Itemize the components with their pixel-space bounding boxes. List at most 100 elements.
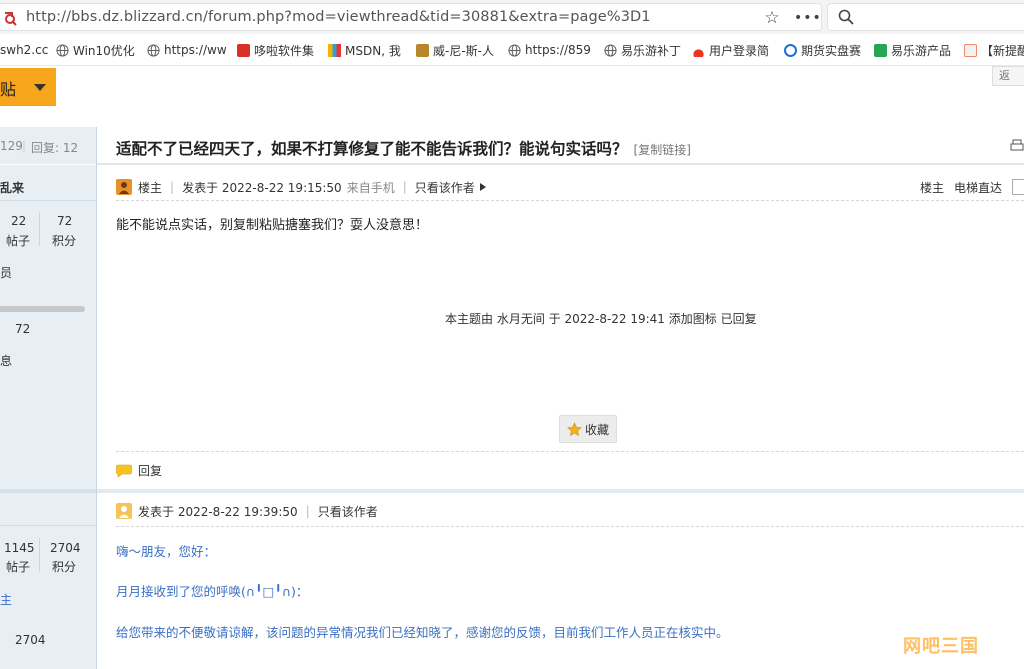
reply-count: 回复: 12 (31, 141, 79, 155)
copy-link-button[interactable]: [复制链接] (634, 143, 691, 157)
post-timestamp: 发表于 2022-8-22 19:15:50 (182, 180, 342, 195)
favorite-label: 收藏 (584, 422, 609, 437)
new-post-label: 贴 (0, 80, 17, 99)
globe-icon (604, 43, 617, 57)
address-bar[interactable]: http://bbs.dz.blizzard.cn/forum.php?mod=… (0, 3, 822, 31)
divider (39, 212, 40, 246)
play-arrow-icon (479, 183, 486, 191)
ship-icon (416, 43, 429, 57)
author-avatar-icon (116, 179, 132, 195)
bookmark-label: 用户登录简 (709, 43, 770, 58)
favorite-button[interactable]: 收藏 (559, 415, 617, 443)
jump-to-floor-label: 电梯直达 (953, 180, 1002, 195)
bookmark-item[interactable]: 易乐游补丁 (604, 42, 686, 58)
only-author-link[interactable]: 只看该作者 (415, 179, 475, 196)
speech-bubble-icon (116, 464, 132, 478)
author-points[interactable]: 72 (57, 214, 72, 228)
bookmarks-bar: swh2.cc Win10优化 https://ww 哆啦软件集 MSDN, 我… (0, 34, 1024, 66)
address-url[interactable]: http://bbs.dz.blizzard.cn/forum.php?mod=… (26, 9, 651, 25)
send-message-link[interactable]: 息 (0, 352, 12, 369)
replier-post-label: 帖子 (6, 560, 31, 574)
post-nav: 楼主 电梯直达 (920, 177, 1024, 197)
author-name[interactable]: 乱来 (0, 179, 24, 196)
meta-divider: | (305, 504, 310, 518)
bookmark-item[interactable]: 用户登录简 (692, 42, 772, 58)
dropdown-caret-icon (34, 84, 46, 91)
divider (39, 538, 40, 572)
bookmark-label: Win10优化 (73, 43, 135, 58)
globe-icon (508, 43, 521, 57)
replier-points-label: 积分 (52, 560, 77, 574)
post-meta: 发表于 2022-8-22 19:39:50 | 只看该作者 (116, 501, 1024, 521)
bookmark-item[interactable]: 威-尼-斯-人 (416, 42, 498, 58)
thread-title-text: 适配不了已经四天了，如果不打算修复了能不能告诉我们？能说句实话吗？ (116, 140, 628, 158)
site-watermark: 网吧三国 (903, 636, 979, 657)
reply-label: 回复 (138, 464, 163, 478)
bookmark-label: MSDN, 我 (345, 43, 401, 58)
thread-title: 适配不了已经四天了，如果不打算修复了能不能告诉我们？能说句实话吗？ [复制链接] (116, 137, 691, 159)
reply-line: 嗨～朋友，您好： (116, 544, 217, 559)
bookmark-item[interactable]: 期货实盘赛 (784, 42, 864, 58)
back-button[interactable]: 返 (992, 66, 1024, 86)
globe-icon (56, 43, 69, 57)
bookmark-item[interactable]: swh2.cc (0, 42, 50, 58)
divider (116, 200, 1024, 201)
author-sidebar: 129 | 回复: 12 乱来 22 帖子 72 积分 员 72 息 1145 … (0, 127, 97, 669)
bookmark-item[interactable]: https://ww (147, 42, 227, 58)
author-stat: 72 (15, 322, 31, 336)
msdn-icon (328, 43, 341, 57)
view-count: 129 (0, 139, 23, 153)
globe-icon (147, 43, 160, 57)
floor-label[interactable]: 楼主 (920, 179, 944, 196)
author-post-count[interactable]: 22 (11, 214, 26, 228)
post-meta: 楼主 | 发表于 2022-8-22 19:15:50 来自手机 | 只看该作者… (116, 177, 1024, 197)
print-icon[interactable] (1010, 139, 1024, 153)
replier-avatar-icon (116, 503, 132, 519)
bookmark-label: 易乐游产品 (891, 43, 952, 58)
green-icon (874, 43, 887, 57)
search-box[interactable] (827, 3, 1024, 31)
author-role[interactable]: 楼主 (138, 179, 162, 196)
post-content: 能不能说点实话，别复制粘贴搪塞我们？耍人没意思！ (116, 218, 429, 233)
site58-icon (964, 43, 977, 57)
post-timestamp: 发表于 2022-8-22 19:39:50 (138, 504, 298, 519)
meta-divider: | (170, 180, 175, 194)
divider (0, 525, 96, 526)
author-group: 员 (0, 266, 13, 280)
bookmark-item[interactable]: Win10优化 (56, 42, 138, 58)
bookmark-item[interactable]: 【新提醒 (964, 42, 1024, 58)
divider (116, 451, 1024, 452)
edit-note: 本主题由 水月无间 于 2022-8-22 19:41 添加图标 已回复 (445, 312, 757, 326)
search-icon (838, 9, 854, 25)
bookmark-label: https://ww (164, 43, 227, 57)
divider (116, 526, 1024, 527)
bookmark-item[interactable]: 易乐游产品 (874, 42, 954, 58)
bookmark-star-icon[interactable]: ☆ (763, 10, 781, 28)
more-options-icon[interactable]: ••• (794, 10, 821, 28)
only-author-link[interactable]: 只看该作者 (318, 503, 378, 520)
bookmark-label: 期货实盘赛 (801, 43, 862, 58)
duola-icon (237, 43, 250, 57)
new-post-button[interactable]: 贴 (0, 68, 56, 106)
reply-button[interactable]: 回复 (116, 462, 162, 479)
bookmark-item[interactable]: 哆啦软件集 (237, 42, 319, 58)
bookmark-label: swh2.cc (0, 43, 49, 57)
reply-line: 月月接收到了您的呼唤(∩╹□╹∩)： (116, 584, 309, 599)
bookmark-label: 哆啦软件集 (254, 43, 315, 58)
reply-line: 给您带来的不便敬请谅解，该问题的异常情况我们已经知晓了，感谢您的反馈，目前我们工… (116, 625, 729, 640)
stat-divider: | (22, 139, 27, 153)
divider (0, 200, 96, 201)
replier-post-count[interactable]: 1145 (4, 541, 35, 555)
post-source: 来自手机 (346, 180, 395, 195)
bookmark-item[interactable]: MSDN, 我 (328, 42, 408, 58)
browser-toolbar: http://bbs.dz.blizzard.cn/forum.php?mod=… (0, 0, 1024, 34)
jump-to-floor-input[interactable] (1012, 179, 1024, 195)
bookmark-item[interactable]: https://859 (508, 42, 592, 58)
replier-group[interactable]: 主 (0, 591, 12, 608)
huawei-icon (692, 43, 705, 57)
star-icon (567, 421, 582, 436)
insecure-site-icon[interactable] (2, 10, 18, 26)
author-post-label: 帖子 (6, 234, 31, 248)
replier-points[interactable]: 2704 (50, 541, 81, 555)
post-separator (0, 489, 96, 493)
